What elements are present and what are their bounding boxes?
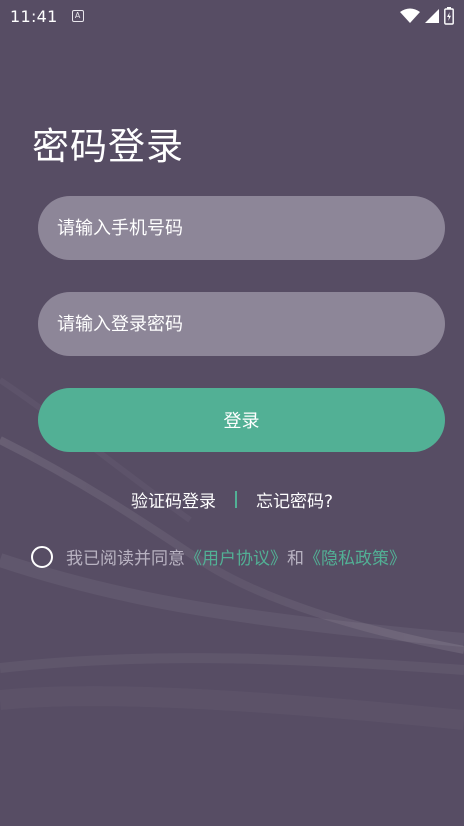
status-icons [400,7,454,25]
password-field[interactable] [38,292,445,356]
secondary-links: 验证码登录 忘记密码? [0,487,464,512]
agree-checkbox[interactable] [31,545,53,568]
phone-input[interactable] [57,217,445,239]
link-divider [234,491,237,508]
agreement-and: 和 [287,549,304,569]
wifi-icon [400,8,420,23]
agreement-prefix: 我已阅读并同意 [66,549,185,569]
login-button[interactable]: 登录 [38,388,445,452]
page-title: 密码登录 [32,125,184,168]
user-agreement-link[interactable]: 《用户协议》 [185,544,287,569]
privacy-policy-link[interactable]: 《隐私政策》 [304,544,406,569]
password-input[interactable] [57,313,445,335]
forgot-password-link[interactable]: 忘记密码? [256,487,333,512]
signal-icon [425,9,439,23]
battery-icon [444,7,454,25]
phone-field[interactable] [38,196,445,260]
sms-login-link[interactable]: 验证码登录 [131,487,216,512]
agreement-row: 我已阅读并同意 《用户协议》 和 《隐私政策》 [31,544,406,569]
status-bar: 11:41 A [0,0,464,32]
status-time: 11:41 [10,6,58,26]
notification-icon: A [71,10,84,22]
